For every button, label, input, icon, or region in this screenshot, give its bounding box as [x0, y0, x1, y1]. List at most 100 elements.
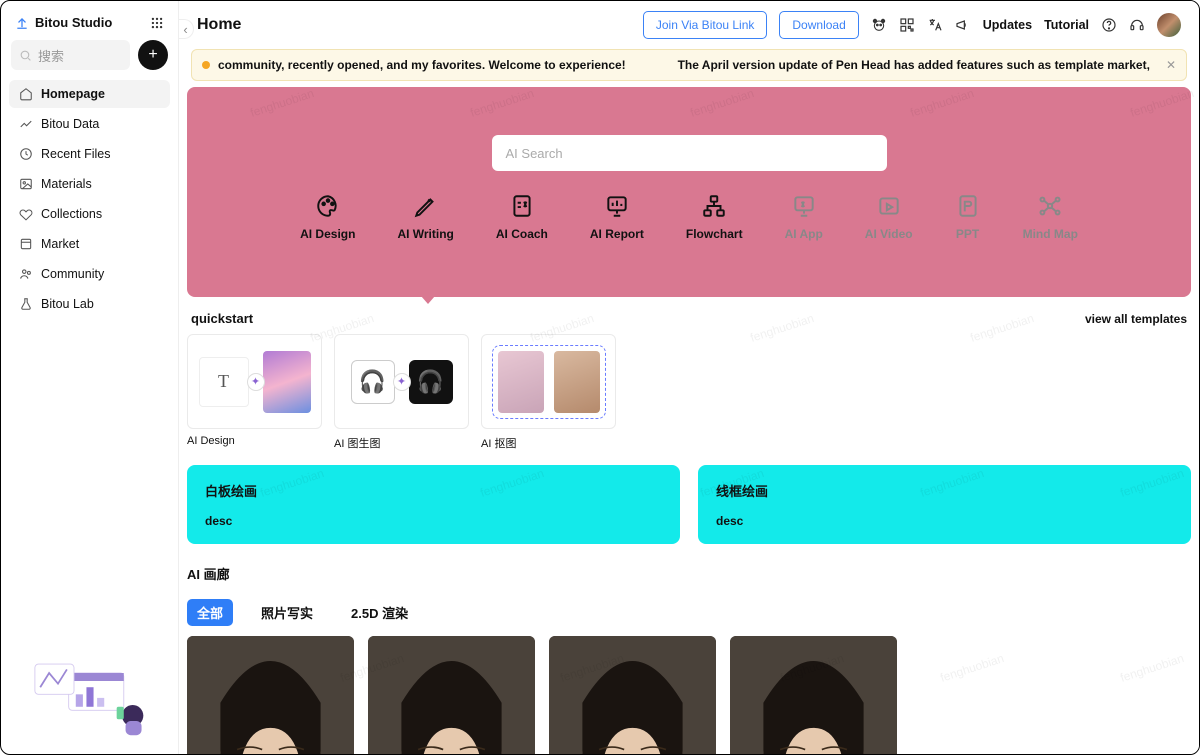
new-button[interactable]: + [138, 40, 168, 70]
sidebar-search[interactable]: 搜索 [11, 40, 130, 70]
tool-label: Mind Map [1023, 227, 1078, 241]
flow-icon [701, 193, 727, 219]
quickstart-card-label: AI 图生图 [334, 435, 469, 451]
palette-icon [315, 193, 341, 219]
document-ai-icon [509, 193, 535, 219]
nav-homepage[interactable]: Homepage [9, 80, 170, 108]
nav-label: Bitou Lab [41, 297, 94, 311]
gallery-item[interactable] [549, 636, 716, 754]
clock-icon [19, 147, 33, 161]
gallery-tab-25d[interactable]: 2.5D 渲染 [341, 599, 418, 626]
view-all-templates-link[interactable]: view all templates [1085, 312, 1187, 326]
video-icon [876, 193, 902, 219]
apps-grid-icon[interactable] [150, 16, 164, 30]
upload-icon [15, 16, 29, 30]
nav: Homepage Bitou Data Recent Files Materia… [9, 80, 170, 318]
quickstart-title: quickstart [191, 311, 253, 326]
tool-flowchart[interactable]: Flowchart [686, 193, 743, 241]
tool-label: AI Coach [496, 227, 548, 241]
sidebar: Bitou Studio 搜索 + Homepage Bitou Data Re… [1, 1, 179, 754]
notice-left: community, recently opened, and my favor… [218, 58, 626, 72]
panda-icon[interactable] [871, 17, 887, 33]
nav-materials[interactable]: Materials [9, 170, 170, 198]
heart-icon [19, 207, 33, 221]
brand-title: Bitou Studio [35, 15, 112, 30]
notice-close[interactable]: ✕ [1166, 58, 1176, 72]
quickstart-card-ai-design[interactable]: T ✦ AI Design [187, 334, 322, 451]
tool-label: AI Video [865, 227, 913, 241]
mindmap-icon [1037, 193, 1063, 219]
promo-illustration [15, 657, 165, 737]
updates-link[interactable]: Updates [983, 18, 1032, 32]
quickstart-card-label: AI 抠图 [481, 435, 616, 451]
gallery-item[interactable] [187, 636, 354, 754]
ppt-icon [955, 193, 981, 219]
avatar[interactable] [1157, 13, 1181, 37]
ai-search-placeholder: AI Search [506, 146, 563, 161]
tool-ai-coach[interactable]: AI Coach [496, 193, 548, 241]
flask-icon [19, 297, 33, 311]
hero: AI Search AI Design AI Writing AI Coach [187, 87, 1191, 297]
search-icon [19, 49, 32, 62]
presentation-icon [604, 193, 630, 219]
help-icon[interactable] [1101, 17, 1117, 33]
quickstart-section: quickstart view all templates T ✦ AI Des… [179, 297, 1199, 754]
nav-market[interactable]: Market [9, 230, 170, 258]
main: ‹ Home Join Via Bitou Link Download Upda… [179, 1, 1199, 754]
store-icon [19, 237, 33, 251]
nav-collections[interactable]: Collections [9, 200, 170, 228]
tool-label: AI Report [590, 227, 644, 241]
notice-right: The April version update of Pen Head has… [678, 58, 1150, 72]
tool-mindmap[interactable]: Mind Map [1023, 193, 1078, 241]
topbar: Home Join Via Bitou Link Download Update… [179, 1, 1199, 49]
join-link-button[interactable]: Join Via Bitou Link [643, 11, 768, 39]
quickstart-card-img2img[interactable]: 🎧 ✦ 🎧 AI 图生图 [334, 334, 469, 451]
gallery-tab-all[interactable]: 全部 [187, 599, 233, 626]
tool-label: AI Writing [397, 227, 453, 241]
nav-label: Bitou Data [41, 117, 99, 131]
quickstart-card-cutout[interactable]: AI 抠图 [481, 334, 616, 451]
nav-bitou-lab[interactable]: Bitou Lab [9, 290, 170, 318]
nav-bitou-data[interactable]: Bitou Data [9, 110, 170, 138]
whiteboard-card[interactable]: 白板绘画 desc [187, 465, 680, 544]
nav-label: Materials [41, 177, 92, 191]
gallery-item[interactable] [730, 636, 897, 754]
gallery-item[interactable] [368, 636, 535, 754]
gallery-title: AI 画廊 [187, 564, 1191, 583]
quickstart-card-label: AI Design [187, 435, 322, 447]
wireframe-card[interactable]: 线框绘画 desc [698, 465, 1191, 544]
tool-ppt[interactable]: PPT [955, 193, 981, 241]
tool-ai-video[interactable]: AI Video [865, 193, 913, 241]
tool-ai-report[interactable]: AI Report [590, 193, 644, 241]
download-button[interactable]: Download [779, 11, 858, 39]
tool-ai-design[interactable]: AI Design [300, 193, 355, 241]
gallery-tabs: 全部 照片写实 2.5D 渲染 [187, 599, 1191, 626]
nav-label: Homepage [41, 87, 105, 101]
sidebar-promo[interactable] [9, 649, 170, 744]
tool-label: AI App [785, 227, 823, 241]
home-icon [19, 87, 33, 101]
big-card-title: 白板绘画 [205, 481, 662, 500]
ai-search-input[interactable]: AI Search [492, 135, 887, 171]
big-card-desc: desc [716, 514, 1173, 528]
tool-ai-app[interactable]: AI App [785, 193, 823, 241]
brand-row: Bitou Studio [9, 11, 170, 40]
image-icon [19, 177, 33, 191]
tutorial-link[interactable]: Tutorial [1044, 18, 1089, 32]
translate-icon[interactable] [927, 17, 943, 33]
notice-dot-icon [202, 61, 210, 69]
nav-community[interactable]: Community [9, 260, 170, 288]
big-card-desc: desc [205, 514, 662, 528]
gallery-tab-photo[interactable]: 照片写实 [251, 599, 323, 626]
chart-icon [19, 117, 33, 131]
nav-recent-files[interactable]: Recent Files [9, 140, 170, 168]
headset-icon[interactable] [1129, 17, 1145, 33]
hero-arrow-icon [421, 296, 435, 304]
app-icon [791, 193, 817, 219]
search-placeholder: 搜索 [38, 46, 64, 65]
tool-ai-writing[interactable]: AI Writing [397, 193, 453, 241]
qr-icon[interactable] [899, 17, 915, 33]
megaphone-icon[interactable] [955, 17, 971, 33]
tool-label: PPT [956, 227, 979, 241]
big-card-title: 线框绘画 [716, 481, 1173, 500]
